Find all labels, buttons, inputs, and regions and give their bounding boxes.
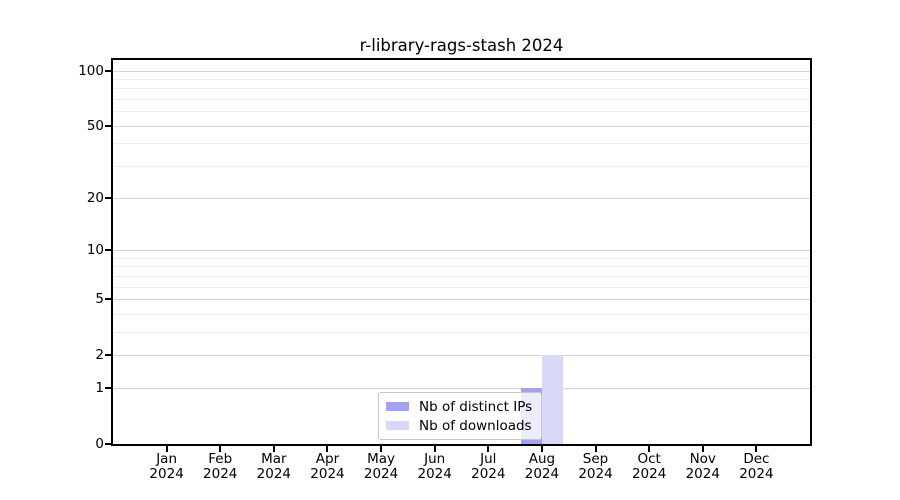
x-tick-sep xyxy=(594,446,597,452)
gridline-major-10 xyxy=(113,249,810,251)
x-tick-nov xyxy=(701,446,704,452)
gridline-major-5 xyxy=(113,298,810,300)
x-tick-label-dec: Dec 2024 xyxy=(728,452,784,482)
gridline-major-100 xyxy=(113,70,810,72)
x-tick-year-jun: 2024 xyxy=(417,466,452,482)
x-tick-year-sep: 2024 xyxy=(578,466,613,482)
x-tick-month-sep: Sep xyxy=(582,451,609,467)
gridline-minor-3 xyxy=(113,331,810,333)
x-tick-label-apr: Apr 2024 xyxy=(299,452,355,482)
x-tick-jun xyxy=(433,446,436,452)
gridline-major-1 xyxy=(113,387,810,389)
y-tick-100 xyxy=(105,69,111,72)
x-tick-jan xyxy=(165,446,168,452)
legend-swatch-downloads-icon xyxy=(386,421,409,430)
gridline-major-50 xyxy=(113,125,810,127)
gridline-minor-80 xyxy=(113,88,810,90)
gridline-minor-30 xyxy=(113,166,810,168)
y-tick-label-10: 10 xyxy=(86,241,104,258)
legend-item-downloads: Nb of downloads xyxy=(386,416,532,435)
y-tick-label-50: 50 xyxy=(86,117,104,134)
x-tick-year-may: 2024 xyxy=(363,466,399,482)
x-tick-label-nov: Nov 2024 xyxy=(675,452,731,482)
gridline-minor-9 xyxy=(113,257,810,259)
y-tick-label-2: 2 xyxy=(95,347,104,364)
x-tick-may xyxy=(380,446,383,452)
y-tick-0 xyxy=(105,443,111,445)
x-tick-label-sep: Sep 2024 xyxy=(568,452,624,482)
x-tick-year-jul: 2024 xyxy=(471,466,506,482)
y-tick-label-1: 1 xyxy=(95,379,104,396)
gridline-minor-8 xyxy=(113,266,810,268)
legend-swatch-distinct-ips-icon xyxy=(386,402,409,411)
x-tick-label-jul: Jul 2024 xyxy=(460,452,516,482)
chart-title: r-library-rags-stash 2024 xyxy=(359,36,564,55)
x-tick-label-jan: Jan 2024 xyxy=(139,452,195,482)
gridline-minor-6 xyxy=(113,286,810,288)
legend-label-downloads: Nb of downloads xyxy=(419,417,532,434)
x-tick-label-mar: Mar 2024 xyxy=(246,452,302,482)
x-tick-label-oct: Oct 2024 xyxy=(621,452,677,482)
x-tick-month-feb: Feb xyxy=(208,451,233,467)
legend: Nb of distinct IPs Nb of downloads xyxy=(378,392,543,440)
x-tick-oct xyxy=(648,446,651,452)
x-tick-year-apr: 2024 xyxy=(310,466,345,482)
gridline-minor-4 xyxy=(113,313,810,315)
x-tick-mar xyxy=(272,446,275,452)
plot-area xyxy=(113,60,810,444)
gridline-minor-40 xyxy=(113,143,810,145)
x-tick-month-nov: Nov xyxy=(689,451,716,467)
x-tick-feb xyxy=(219,446,222,452)
y-tick-label-0: 0 xyxy=(95,436,104,452)
x-tick-label-jun: Jun 2024 xyxy=(407,452,463,482)
x-tick-aug xyxy=(540,446,543,452)
legend-label-distinct-ips: Nb of distinct IPs xyxy=(419,398,533,415)
y-tick-10 xyxy=(105,248,111,251)
legend-item-distinct-ips: Nb of distinct IPs xyxy=(386,397,532,416)
x-tick-apr xyxy=(326,446,329,452)
bar-downloads-aug xyxy=(541,355,563,444)
gridline-minor-60 xyxy=(113,111,810,113)
y-tick-label-100: 100 xyxy=(78,62,104,79)
x-tick-month-may: May xyxy=(367,451,396,467)
x-tick-month-apr: Apr xyxy=(315,451,340,467)
x-tick-year-mar: 2024 xyxy=(256,466,292,482)
gridline-minor-70 xyxy=(113,99,810,101)
chart-canvas: r-library-rags-stash 2024 Nb of distinct… xyxy=(0,0,900,500)
x-tick-month-aug: Aug xyxy=(528,451,556,467)
x-tick-month-jan: Jan xyxy=(156,451,178,467)
x-tick-jul xyxy=(487,446,490,452)
x-tick-year-jan: 2024 xyxy=(149,466,184,482)
x-tick-year-aug: 2024 xyxy=(524,466,560,482)
gridline-major-20 xyxy=(113,197,810,199)
x-tick-month-oct: Oct xyxy=(637,451,661,467)
x-tick-year-dec: 2024 xyxy=(739,466,774,482)
y-tick-50 xyxy=(105,124,111,127)
y-tick-20 xyxy=(105,196,111,199)
y-tick-label-20: 20 xyxy=(86,189,104,206)
gridline-major-2 xyxy=(113,355,810,357)
x-tick-label-may: May 2024 xyxy=(353,452,409,482)
x-tick-month-jun: Jun xyxy=(424,451,446,467)
x-tick-year-nov: 2024 xyxy=(685,466,720,482)
gridline-minor-7 xyxy=(113,275,810,277)
x-tick-month-dec: Dec xyxy=(743,451,770,467)
y-tick-1 xyxy=(105,386,111,389)
x-tick-year-oct: 2024 xyxy=(631,466,667,482)
x-tick-label-aug: Aug 2024 xyxy=(514,452,570,482)
x-tick-label-feb: Feb 2024 xyxy=(192,452,248,482)
y-tick-5 xyxy=(105,297,111,300)
x-tick-year-feb: 2024 xyxy=(203,466,238,482)
x-tick-dec xyxy=(755,446,758,452)
x-tick-month-mar: Mar xyxy=(261,451,287,467)
x-tick-month-jul: Jul xyxy=(480,451,497,467)
y-tick-2 xyxy=(105,354,111,357)
y-tick-label-5: 5 xyxy=(95,290,104,307)
gridline-minor-90 xyxy=(113,78,810,80)
